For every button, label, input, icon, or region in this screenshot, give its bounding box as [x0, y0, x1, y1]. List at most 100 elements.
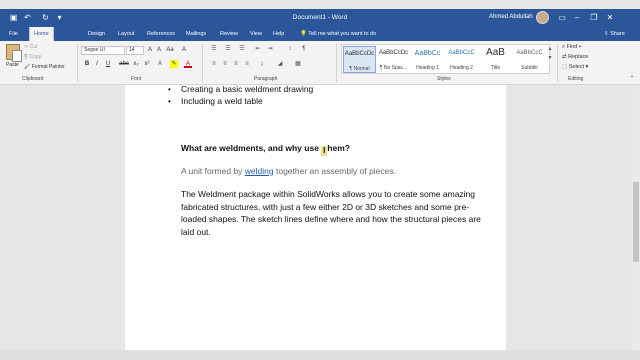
restore-button[interactable]: ❐: [589, 13, 599, 23]
style-heading-2[interactable]: AaBbCcC Heading 2: [445, 46, 478, 73]
sort-icon[interactable]: ↕: [286, 46, 294, 53]
close-button[interactable]: ✕: [605, 13, 615, 23]
highlight-color-icon[interactable]: ✎: [170, 60, 178, 68]
tab-mailings[interactable]: Mailings: [182, 27, 210, 41]
ribbon-tabs: File Home Design Layout References Maili…: [0, 27, 640, 41]
tab-layout[interactable]: Layout: [114, 27, 139, 41]
align-left-icon[interactable]: ≡: [210, 61, 218, 68]
definition-suffix: together an assembly of pieces.: [273, 166, 396, 176]
ribbon-home: Paste ✂ Cut ⎘ Copy 🖌 Format Painter Clip…: [0, 41, 640, 85]
tell-me-text: Tell me what you want to do: [308, 31, 377, 37]
shrink-font-icon[interactable]: A: [155, 46, 163, 54]
tab-review[interactable]: Review: [216, 27, 242, 41]
font-size-dropdown[interactable]: 14: [126, 46, 144, 55]
style-name: ¶ Normal: [349, 66, 370, 72]
replace-icon: ⇄: [562, 54, 567, 60]
user-name[interactable]: Ahmed Abdullah: [489, 14, 533, 20]
italic-button[interactable]: I: [93, 60, 101, 68]
divider: [336, 44, 337, 82]
minimize-button[interactable]: –: [572, 13, 582, 23]
heading-text: What are weldments, and why use: [181, 143, 322, 153]
style-name: ¶ No Spac...: [379, 65, 408, 71]
style-subtitle[interactable]: AaBbCcC Subtitle: [513, 46, 546, 73]
tab-view[interactable]: View: [246, 27, 266, 41]
styles-scroll-down-icon[interactable]: ▾: [546, 55, 554, 62]
style-name: Title: [490, 65, 501, 71]
font-name-dropdown[interactable]: Segoe UI: [81, 46, 125, 55]
avatar[interactable]: [536, 11, 549, 24]
show-formatting-icon[interactable]: ¶: [300, 46, 308, 53]
welding-link[interactable]: welding: [245, 166, 274, 176]
share-label: Share: [610, 31, 625, 37]
divider: [202, 44, 203, 82]
underline-button[interactable]: U: [104, 60, 112, 68]
clear-formatting-icon[interactable]: A: [180, 46, 188, 54]
format-painter-button[interactable]: 🖌 Format Painter: [24, 64, 65, 70]
styles-scroll-up-icon[interactable]: ▴: [546, 46, 554, 53]
style-heading-1[interactable]: AaBbCc Heading 1: [411, 46, 444, 73]
select-button[interactable]: ⬚ Select ▾: [562, 64, 588, 70]
tab-file[interactable]: File: [5, 27, 22, 41]
multilevel-list-icon[interactable]: ☰: [238, 46, 246, 53]
style-name: Heading 2: [450, 65, 473, 71]
tab-design[interactable]: Design: [84, 27, 109, 41]
styles-gallery: AaBbCcDc ¶ Normal AaBbCcDc ¶ No Spac... …: [341, 44, 550, 74]
cut-button[interactable]: ✂ Cut: [24, 44, 37, 50]
editing-group-label: Editing: [568, 76, 584, 82]
paragraph-group-label: Paragraph: [254, 76, 278, 82]
tab-help[interactable]: Help: [269, 27, 288, 41]
strikethrough-button[interactable]: abc: [118, 60, 130, 68]
collapse-ribbon-icon[interactable]: ⌃: [628, 76, 636, 83]
borders-icon[interactable]: ▦: [294, 61, 302, 68]
bullets-icon[interactable]: ☰: [210, 46, 218, 53]
section-heading[interactable]: What are weldments, and why use Ihem?: [181, 143, 350, 156]
subscript-button[interactable]: x₂: [132, 60, 140, 68]
text-effects-icon[interactable]: A: [156, 60, 164, 68]
list-item[interactable]: Creating a basic weldment drawing: [181, 84, 313, 94]
style-sample: AaBbCcDc: [378, 50, 409, 56]
style-normal[interactable]: AaBbCcDc ¶ Normal: [343, 46, 376, 73]
ribbon-display-icon[interactable]: ▭: [557, 13, 567, 23]
decrease-indent-icon[interactable]: ⇤: [254, 46, 262, 53]
align-center-icon[interactable]: ≡: [221, 61, 229, 68]
replace-button[interactable]: ⇄ Replace: [562, 54, 588, 60]
justify-icon[interactable]: ≡: [243, 61, 251, 68]
shading-icon[interactable]: ◢: [276, 61, 284, 68]
grow-font-icon[interactable]: A: [146, 46, 154, 54]
superscript-button[interactable]: x²: [143, 60, 151, 68]
tell-me-box[interactable]: 💡 Tell me what you want to do: [300, 27, 376, 41]
share-button[interactable]: ⇪ Share: [604, 27, 625, 41]
font-name-value: Segoe UI: [84, 47, 105, 53]
cut-label: Cut: [29, 44, 38, 50]
tab-home[interactable]: Home: [29, 27, 54, 41]
divider: [557, 44, 558, 82]
style-sample: AaBbCcDc: [344, 51, 375, 57]
style-title[interactable]: AaB Title: [479, 46, 512, 73]
increase-indent-icon[interactable]: ⇥: [266, 46, 274, 53]
paste-button[interactable]: Paste: [6, 62, 19, 68]
body-paragraph[interactable]: The Weldment package within SolidWorks a…: [181, 188, 481, 238]
search-icon: ⌕: [562, 44, 566, 50]
numbering-icon[interactable]: ☰: [224, 46, 232, 53]
definition-prefix: A unit formed by: [181, 166, 245, 176]
styles-group-label: Styles: [437, 76, 451, 82]
list-item[interactable]: Including a weld table: [181, 96, 263, 106]
align-right-icon[interactable]: ≡: [232, 61, 240, 68]
paste-icon[interactable]: [6, 44, 22, 62]
bold-button[interactable]: B: [83, 60, 91, 68]
replace-label: Replace: [568, 54, 589, 60]
tab-references[interactable]: References: [143, 27, 179, 41]
bullet-icon: •: [168, 97, 171, 106]
style-name: Heading 1: [416, 65, 439, 71]
word-window: ▣ ↶ ↻ ▾ Document1 - Word Ahmed Abdullah …: [0, 0, 640, 360]
font-group-label: Font: [131, 76, 142, 82]
copy-button[interactable]: ⎘ Copy: [24, 54, 41, 60]
line-spacing-icon[interactable]: ↨: [258, 61, 266, 68]
bullet-icon: •: [168, 85, 171, 94]
font-color-icon[interactable]: A: [184, 60, 192, 68]
find-button[interactable]: ⌕ Find ▾: [562, 44, 581, 51]
style-no-spacing[interactable]: AaBbCcDc ¶ No Spac...: [377, 46, 410, 73]
scrollbar-thumb[interactable]: [633, 182, 639, 262]
change-case-icon[interactable]: Aa: [166, 46, 174, 54]
definition-text[interactable]: A unit formed by welding together an ass…: [181, 166, 396, 176]
